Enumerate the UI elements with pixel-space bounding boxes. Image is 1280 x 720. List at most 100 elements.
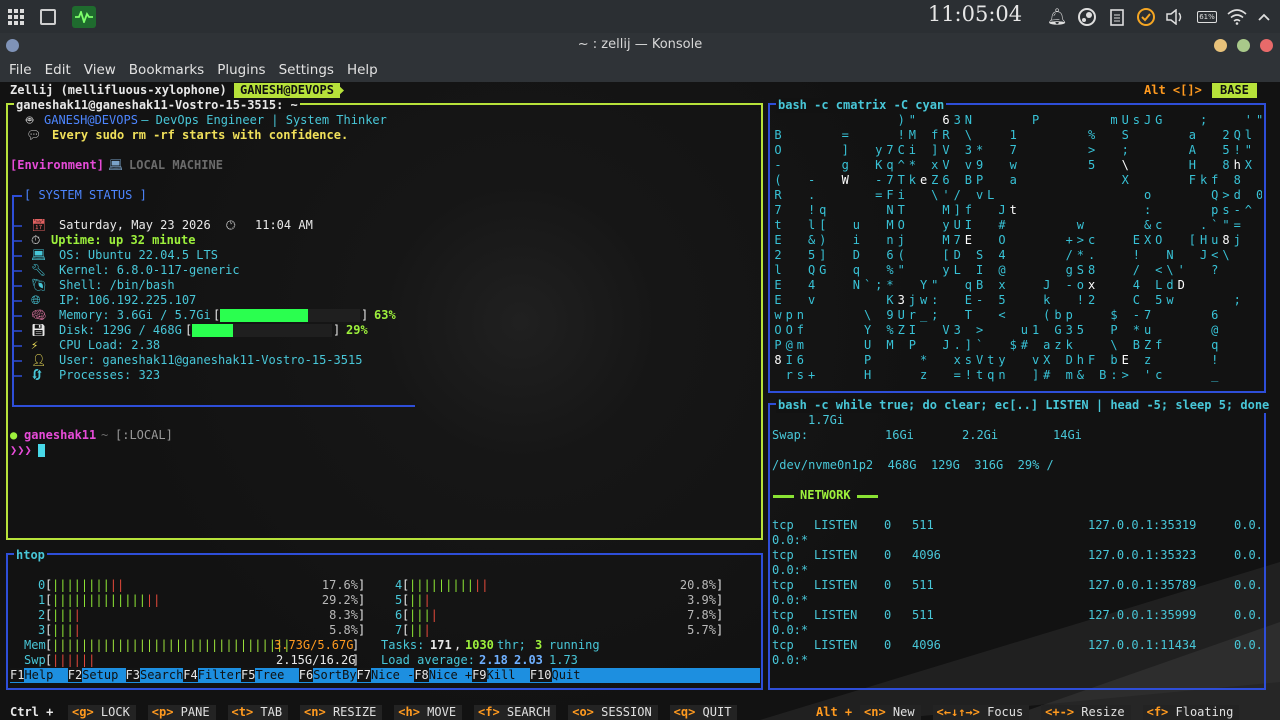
menu-view[interactable]: View bbox=[79, 62, 121, 78]
htop-fkey-f2[interactable]: F2Setup bbox=[67, 668, 126, 683]
listen-peer: 0.0. bbox=[1234, 638, 1262, 652]
status-date: Saturday, May 23 2026 bbox=[59, 218, 211, 232]
update-icon[interactable] bbox=[1134, 0, 1158, 33]
matrix-glyph: c bbox=[1087, 233, 1096, 247]
terminal-area[interactable]: Zellij (mellifluous-xylophone) GANESH@DE… bbox=[0, 82, 1280, 720]
htop-fkey-f9[interactable]: F9Kill bbox=[472, 668, 530, 683]
alt-keybind-focus[interactable]: <←↓↑→> Focus bbox=[932, 705, 1030, 720]
matrix-glyph: ; bbox=[1199, 113, 1208, 127]
alt-keybind-new[interactable]: <n> New bbox=[860, 705, 921, 720]
htop-fkey-f6[interactable]: F6SortBy bbox=[298, 668, 357, 683]
keybind-quit[interactable]: <q> QUIT bbox=[669, 705, 738, 720]
cpu-bar-kernel: || bbox=[109, 578, 125, 592]
matrix-glyph: J bbox=[942, 338, 950, 352]
clipboard-icon[interactable] bbox=[1106, 0, 1128, 33]
window-titlebar[interactable]: ~ : zellij — Konsole bbox=[0, 33, 1280, 57]
matrix-glyph: 6 bbox=[886, 248, 894, 262]
matrix-glyph: t bbox=[1009, 203, 1017, 217]
bell-icon[interactable]: 🔔︎ bbox=[1046, 0, 1068, 33]
clock[interactable]: 11:05:04 bbox=[920, 2, 1030, 28]
htop-fkey-f4[interactable]: F4Filter bbox=[183, 668, 242, 683]
htop-tasks-label: Tasks: bbox=[381, 638, 425, 652]
matrix-glyph: ; bbox=[1233, 293, 1241, 307]
apps-grid-icon[interactable] bbox=[4, 0, 28, 33]
alt-keybind-resize[interactable]: <+-> Resize bbox=[1041, 705, 1131, 720]
tab-ganesh-devops[interactable]: GANESH@DEVOPS bbox=[234, 83, 340, 98]
htop-fkey-f7[interactable]: F7Nice - bbox=[356, 668, 415, 683]
matrix-glyph: 3 bbox=[953, 113, 961, 127]
alt-keybind-floating[interactable]: <f> Floating bbox=[1142, 705, 1240, 720]
matrix-glyph: 8 bbox=[1222, 233, 1230, 247]
system-monitor-icon[interactable] bbox=[70, 0, 98, 33]
matrix-glyph: M bbox=[942, 233, 950, 247]
menu-help[interactable]: Help bbox=[342, 62, 383, 78]
htop-fkey-f5[interactable]: F5Tree bbox=[241, 668, 299, 683]
matrix-glyph: k bbox=[1199, 173, 1208, 187]
matrix-glyph: q bbox=[964, 278, 972, 292]
matrix-glyph: T bbox=[897, 173, 905, 187]
matrix-glyph: n bbox=[886, 233, 894, 247]
matrix-glyph: L bbox=[1155, 278, 1163, 292]
listen-addr: 127.0.0.1:35789 bbox=[1088, 578, 1197, 592]
cursor[interactable] bbox=[38, 444, 45, 457]
keybind-resize[interactable]: <n> RESIZE bbox=[300, 705, 383, 720]
matrix-glyph: n bbox=[796, 308, 804, 322]
cmatrix-pane-title: bash -c cmatrix -C cyan bbox=[776, 98, 947, 113]
matrix-glyph: [ bbox=[1188, 233, 1196, 247]
chevron-up-icon[interactable] bbox=[1254, 0, 1274, 33]
matrix-glyph: " bbox=[897, 263, 905, 277]
matrix-glyph: 3 bbox=[1065, 323, 1073, 337]
matrix-glyph: \ bbox=[1166, 263, 1174, 277]
matrix-glyph: E bbox=[774, 293, 782, 307]
matrix-glyph: ; bbox=[1121, 143, 1129, 157]
matrix-glyph: k bbox=[1043, 293, 1051, 307]
matrix-glyph: i bbox=[897, 188, 905, 202]
htop-fkey-f8[interactable]: F8Nice + bbox=[414, 668, 473, 683]
keybind-session[interactable]: <o> SESSION bbox=[568, 705, 658, 720]
window-icon[interactable] bbox=[36, 0, 60, 33]
keybind-tab[interactable]: <t> TAB bbox=[227, 705, 289, 720]
matrix-glyph: . bbox=[1199, 218, 1208, 232]
close-button[interactable] bbox=[1260, 39, 1273, 52]
maximize-button[interactable] bbox=[1237, 39, 1250, 52]
htop-fkey-f10[interactable]: F10Quit bbox=[529, 668, 581, 683]
matrix-glyph: q bbox=[852, 263, 860, 277]
minimize-button[interactable] bbox=[1214, 39, 1227, 52]
menu-bookmarks[interactable]: Bookmarks bbox=[124, 62, 209, 78]
htop-fkey-f3[interactable]: F3Search bbox=[125, 668, 184, 683]
matrix-glyph: Y bbox=[919, 278, 928, 292]
wifi-icon[interactable] bbox=[1226, 0, 1248, 33]
cpu-percent: 3.9% bbox=[687, 593, 716, 607]
matrix-glyph: > bbox=[1087, 143, 1096, 157]
mode-hint: Alt <[]> bbox=[1144, 83, 1202, 97]
steam-icon[interactable] bbox=[1076, 0, 1098, 33]
matrix-glyph: [ bbox=[942, 248, 950, 262]
menu-plugins[interactable]: Plugins bbox=[212, 62, 270, 78]
matrix-glyph: ] bbox=[841, 143, 849, 157]
mode-base[interactable]: BASE bbox=[1212, 83, 1257, 98]
keybind-lock[interactable]: <g> LOCK bbox=[68, 705, 136, 720]
menu-settings[interactable]: Settings bbox=[274, 62, 339, 78]
menu-file[interactable]: File bbox=[4, 62, 37, 78]
matrix-glyph: ! bbox=[1211, 353, 1219, 367]
menu-edit[interactable]: Edit bbox=[40, 62, 76, 78]
cpu-bar-kernel: | bbox=[423, 593, 431, 607]
keybind-move[interactable]: <h> MOVE bbox=[394, 705, 463, 720]
matrix-glyph: . bbox=[807, 188, 816, 202]
status-kernel: Kernel: 6.8.0-117-generic bbox=[59, 263, 240, 277]
cpu-percent: 8.3% bbox=[329, 608, 358, 622]
matrix-glyph: \ bbox=[1110, 338, 1118, 352]
cpu-percent: 20.8% bbox=[679, 578, 716, 592]
htop-tasks: 171 bbox=[430, 638, 452, 652]
keybind-search[interactable]: <f> SEARCH bbox=[474, 705, 557, 720]
volume-icon[interactable] bbox=[1164, 0, 1186, 33]
matrix-glyph: = bbox=[875, 188, 883, 202]
keybind-pane[interactable]: <p> PANE bbox=[147, 705, 216, 720]
matrix-glyph: \ bbox=[931, 188, 939, 202]
htop-fkey-f1[interactable]: F1Help bbox=[10, 668, 68, 683]
matrix-glyph: a bbox=[1188, 128, 1196, 142]
cpu-bar: ||||||||| bbox=[409, 578, 475, 592]
listen-send: 511 bbox=[912, 578, 934, 592]
matrix-glyph: $ bbox=[1009, 338, 1017, 352]
battery-icon[interactable]: 61% bbox=[1193, 0, 1221, 33]
